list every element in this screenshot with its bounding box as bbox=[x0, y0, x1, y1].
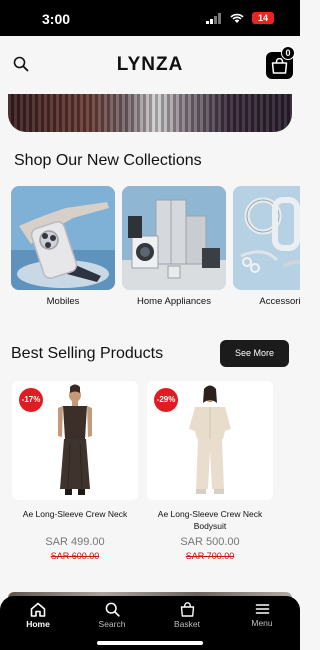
battery-indicator: 14 bbox=[252, 12, 274, 24]
tab-menu[interactable]: Menu bbox=[232, 602, 292, 632]
product-name: Ae Long-Sleeve Crew Neck bbox=[22, 509, 128, 519]
collections-carousel[interactable]: Mobiles Home Appliances Accessor bbox=[11, 186, 300, 310]
search-icon bbox=[105, 602, 120, 617]
collection-label: Accessories bbox=[259, 296, 300, 307]
shopping-bag-icon bbox=[271, 58, 288, 74]
collections-title: Shop Our New Collections bbox=[14, 152, 202, 169]
status-time: 3:00 bbox=[42, 11, 71, 27]
status-bar: 3:00 14 bbox=[0, 0, 300, 36]
collection-label: Home Appliances bbox=[137, 296, 211, 307]
home-indicator bbox=[97, 641, 203, 645]
home-icon bbox=[30, 602, 46, 617]
basket-icon bbox=[180, 602, 194, 617]
menu-icon bbox=[255, 604, 269, 614]
tab-label: Search bbox=[98, 619, 126, 629]
mobiles-image bbox=[11, 186, 115, 290]
product-price: SAR 500.00 bbox=[180, 536, 240, 548]
signal-icon bbox=[206, 12, 221, 24]
product-name: Ae Long-Sleeve Crew Neck Bodysuit bbox=[157, 509, 263, 531]
app-header: LYNZA bbox=[0, 36, 300, 94]
collection-card-accessories[interactable]: Accessories bbox=[233, 186, 300, 307]
wifi-icon bbox=[230, 13, 244, 23]
product-image: -29% bbox=[147, 381, 273, 500]
see-more-button[interactable]: See More bbox=[220, 340, 289, 367]
discount-badge: -17% bbox=[19, 388, 43, 412]
product-old-price: SAR 700.00 bbox=[185, 551, 235, 561]
product-image: -17% bbox=[12, 381, 138, 500]
product-price: SAR 499.00 bbox=[45, 536, 105, 548]
tab-home[interactable]: Home bbox=[8, 602, 68, 632]
collection-label: Mobiles bbox=[46, 296, 80, 307]
home-appliances-image bbox=[122, 186, 226, 290]
product-old-price: SAR 600.00 bbox=[50, 551, 100, 561]
tab-label: Basket bbox=[174, 619, 200, 629]
brand-logo[interactable]: LYNZA bbox=[0, 54, 300, 76]
product-card[interactable]: -29% Ae Long-Sleeve Crew Neck Bodysuit S… bbox=[147, 381, 273, 561]
tab-search[interactable]: Search bbox=[82, 602, 142, 632]
collection-card-home-appliances[interactable]: Home Appliances bbox=[122, 186, 226, 307]
collection-card-mobiles[interactable]: Mobiles bbox=[11, 186, 115, 307]
tab-label: Home bbox=[26, 619, 50, 629]
discount-badge: -29% bbox=[154, 388, 178, 412]
cart-count-badge: 0 bbox=[281, 46, 295, 60]
tab-basket[interactable]: Basket bbox=[157, 602, 217, 632]
product-card[interactable]: -17% Ae Long-Sleeve Crew Neck SAR 499.00… bbox=[12, 381, 138, 561]
tab-label: Menu bbox=[251, 618, 273, 628]
status-icons: 14 bbox=[206, 12, 274, 24]
hero-banner[interactable] bbox=[8, 94, 292, 132]
best-selling-title: Best Selling Products bbox=[11, 345, 164, 362]
accessories-image bbox=[233, 186, 300, 290]
